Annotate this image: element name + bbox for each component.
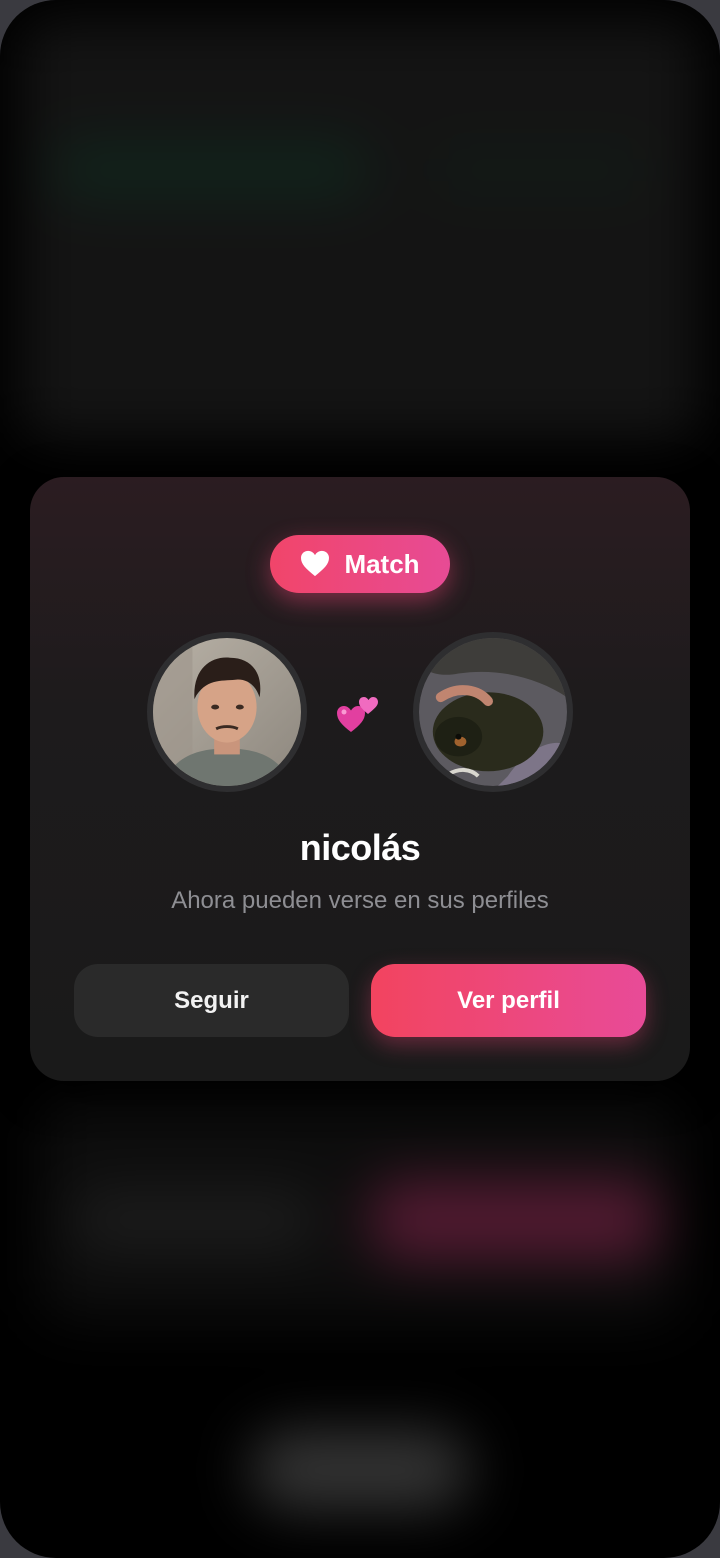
match-photo	[419, 638, 567, 786]
heart-icon	[301, 550, 330, 577]
user-photo	[153, 638, 301, 786]
match-modal: Match nicolás Ahora pueden verse en sus …	[30, 477, 690, 1081]
background-panel	[70, 1190, 320, 1250]
match-avatar	[413, 632, 573, 792]
view-profile-button-label: Ver perfil	[457, 986, 560, 1014]
match-subtitle: Ahora pueden verse en sus perfiles	[171, 887, 549, 914]
phone-screen: Match nicolás Ahora pueden verse en sus …	[0, 0, 720, 1558]
user-avatar	[147, 632, 307, 792]
matched-user-name: nicolás	[299, 827, 421, 868]
background-panel	[250, 1430, 470, 1510]
background-panel	[430, 150, 650, 190]
background-panel	[370, 1180, 660, 1260]
background-panel	[20, 20, 700, 440]
background-panel	[50, 140, 370, 200]
match-badge-label: Match	[344, 548, 420, 579]
two-hearts-icon	[337, 697, 378, 732]
follow-button-label: Seguir	[174, 986, 249, 1014]
view-profile-button[interactable]: Ver perfil	[371, 964, 646, 1037]
match-badge: Match	[270, 535, 450, 593]
follow-button[interactable]: Seguir	[74, 964, 349, 1037]
